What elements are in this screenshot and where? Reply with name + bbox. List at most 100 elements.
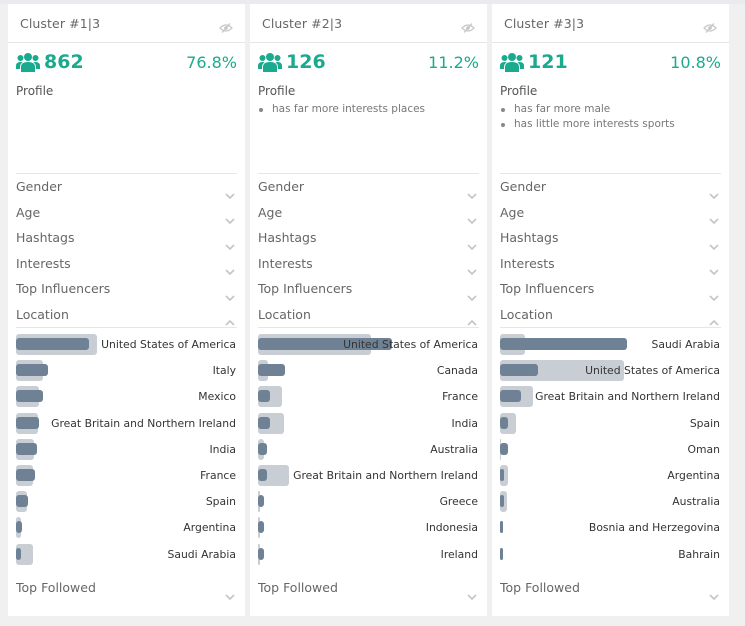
section-top-followed[interactable]: Top Followed (500, 574, 721, 602)
chevron-down-icon (709, 260, 719, 276)
cluster-bar (16, 390, 43, 403)
cluster-bar (258, 495, 264, 508)
location-row: India (16, 437, 237, 463)
section-hashtags[interactable]: Hashtags (258, 225, 479, 251)
location-name: United States of America (343, 338, 478, 351)
eye-slash-icon[interactable] (461, 18, 475, 33)
section-age[interactable]: Age (500, 200, 721, 226)
profile-title: Profile (16, 84, 54, 98)
location-row: Indonesia (258, 515, 479, 541)
panel-header: Cluster #1|3 (8, 4, 245, 43)
cluster-stats: 121 10.8% (492, 43, 729, 81)
section-label: Hashtags (500, 230, 559, 246)
location-name: Great Britain and Northern Ireland (535, 390, 720, 404)
cluster-bar (16, 495, 29, 508)
location-row: Great Britain and Northern Ireland (500, 384, 721, 410)
cluster-stats: 126 11.2% (250, 43, 487, 81)
location-name: Australia (430, 442, 478, 456)
section-list: Gender Age Hashtags Interests Top Influencer… (258, 173, 479, 327)
location-name: Canada (436, 364, 478, 378)
section-hashtags[interactable]: Hashtags (500, 225, 721, 251)
location-row: Spain (500, 411, 721, 437)
section-interests[interactable]: Interests (500, 251, 721, 277)
section-top-followed[interactable]: Top Followed (258, 574, 479, 602)
cluster-title: Cluster #2|3 (262, 15, 343, 31)
location-row: Greece (258, 489, 479, 515)
cluster-bar (500, 416, 509, 429)
location-list: United States of America Italy Mexico Great… (16, 327, 237, 568)
cluster-bar (258, 521, 264, 534)
section-label: Gender (16, 179, 63, 195)
panel-header: Cluster #2|3 (250, 4, 487, 43)
section-gender[interactable]: Gender (500, 174, 721, 200)
section-top-influencers[interactable]: Top Influencers (500, 276, 721, 302)
location-row: Bosnia and Herzegovina (500, 515, 721, 541)
profile-item: has little more interests sports (500, 117, 721, 132)
cluster-panel-3: Cluster #3|3 121 10.8% Profile has far m… (492, 4, 729, 616)
cluster-panel-1: Cluster #1|3 862 76.8% Profile Gender Ag… (8, 4, 245, 616)
section-label: Top Followed (16, 580, 96, 596)
location-row: United States of America (258, 332, 479, 358)
cluster-panel-2: Cluster #2|3 126 11.2% Profile has far m… (250, 4, 487, 616)
location-row: Canada (258, 358, 479, 384)
profile-section: Profile has far more interests places (250, 84, 487, 173)
section-list: Gender Age Hashtags Interests Top Influencer… (500, 173, 721, 327)
section-top-influencers[interactable]: Top Influencers (258, 276, 479, 302)
profile-list: has far more male has little more interes… (500, 102, 721, 132)
chevron-down-icon (467, 184, 477, 199)
profile-section: Profile has far more male has little more… (492, 84, 729, 173)
chevron-up-icon (467, 311, 477, 326)
profile-list: has far more interests places (258, 102, 479, 117)
location-name: United States of America (585, 364, 720, 378)
section-interests[interactable]: Interests (16, 251, 237, 277)
section-label: Gender (500, 179, 547, 195)
section-age[interactable]: Age (16, 200, 237, 226)
location-name: Argentina (667, 468, 720, 482)
section-top-followed[interactable]: Top Followed (16, 574, 237, 602)
location-name: Italy (212, 364, 236, 378)
section-location[interactable]: Location (500, 302, 721, 328)
location-name: India (209, 442, 237, 456)
section-gender[interactable]: Gender (16, 174, 237, 200)
section-location[interactable]: Location (258, 302, 479, 328)
location-row: Great Britain and Northern Ireland (16, 411, 237, 437)
section-label: Location (500, 306, 553, 322)
section-gender[interactable]: Gender (258, 174, 479, 200)
location-row: Australia (258, 437, 479, 463)
cluster-bar (258, 364, 285, 377)
users-icon (16, 52, 40, 72)
location-row: Oman (500, 437, 721, 463)
cluster-count: 862 (44, 51, 84, 73)
section-top-influencers[interactable]: Top Influencers (16, 276, 237, 302)
location-name: Mexico (198, 390, 236, 404)
location-name: Indonesia (425, 521, 478, 535)
section-label: Top Followed (500, 580, 580, 596)
location-name: Greece (439, 495, 478, 509)
cluster-bar (16, 442, 37, 455)
cluster-percent: 10.8% (670, 52, 721, 72)
chevron-down-icon (467, 235, 477, 250)
eye-slash-icon[interactable] (219, 18, 233, 33)
section-age[interactable]: Age (258, 200, 479, 226)
section-label: Top Influencers (16, 281, 111, 297)
chevron-down-icon (225, 260, 235, 276)
location-name: United States of America (101, 338, 236, 351)
section-label: Location (258, 306, 311, 322)
cluster-percent: 11.2% (428, 52, 479, 72)
cluster-bar (16, 468, 35, 481)
section-label: Location (16, 306, 69, 322)
cluster-bar (500, 338, 627, 350)
cluster-bar (500, 390, 521, 403)
location-name: India (451, 416, 479, 430)
location-name: Spain (689, 416, 720, 430)
location-row: Spain (16, 489, 237, 515)
section-interests[interactable]: Interests (258, 251, 479, 277)
location-name: Saudi Arabia (651, 338, 720, 351)
cluster-stats: 862 76.8% (8, 43, 245, 81)
section-location[interactable]: Location (16, 302, 237, 328)
chevron-down-icon (467, 585, 477, 600)
eye-slash-icon[interactable] (703, 18, 717, 33)
section-hashtags[interactable]: Hashtags (16, 225, 237, 251)
location-row: India (258, 411, 479, 437)
location-row: Argentina (16, 515, 237, 541)
